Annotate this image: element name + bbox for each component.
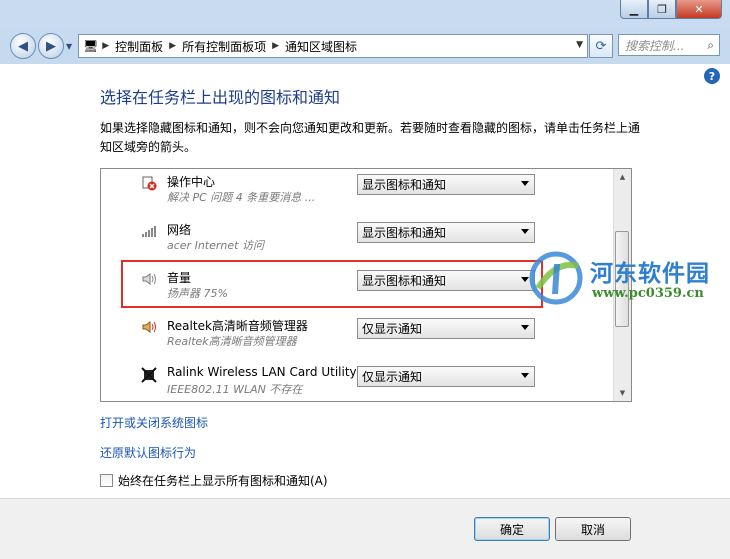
dropdown-arrow-icon xyxy=(521,373,529,378)
watermark-url: www.pc0359.cn xyxy=(592,286,704,301)
breadcrumb-separator-icon: ▶ xyxy=(272,41,280,51)
list-item: Realtek高清晰音频管理器 Realtek高清晰音频管理器 仅显示通知 xyxy=(101,313,613,361)
behavior-value: 仅显示通知 xyxy=(362,370,423,384)
behavior-value: 显示图标和通知 xyxy=(362,178,447,192)
forward-arrow-icon: ▶ xyxy=(46,38,56,54)
back-button[interactable]: ◀ xyxy=(10,33,36,59)
item-name: Ralink Wireless LAN Card Utility xyxy=(167,365,357,379)
action-center-icon xyxy=(141,175,157,191)
refresh-icon: ⟳ xyxy=(595,38,607,54)
scroll-down-icon[interactable]: ▼ xyxy=(614,385,631,401)
item-subtitle: 解决 PC 问题 4 条重要消息 ... xyxy=(167,191,316,204)
watermark-logo-icon xyxy=(529,251,583,305)
control-panel-window: ▁ ❐ ✕ ◀ ▶ ▼ 🖥 ▶ 控制面板 ▶ 所有控制面板项 ▶ 通知区域图标 … xyxy=(0,0,730,559)
network-icon xyxy=(141,223,157,239)
navigation-bar: ◀ ▶ ▼ 🖥 ▶ 控制面板 ▶ 所有控制面板项 ▶ 通知区域图标 ▼ ⟳ 搜索… xyxy=(0,28,730,64)
dropdown-arrow-icon xyxy=(521,229,529,234)
behavior-select[interactable]: 显示图标和通知 xyxy=(357,222,535,243)
behavior-select[interactable]: 显示图标和通知 xyxy=(357,174,535,195)
wireless-disabled-icon xyxy=(141,367,157,383)
search-input[interactable]: 搜索控制... ⌕ xyxy=(618,34,720,56)
address-bar[interactable]: 🖥 ▶ 控制面板 ▶ 所有控制面板项 ▶ 通知区域图标 ▼ xyxy=(78,34,588,58)
address-dropdown-icon[interactable]: ▼ xyxy=(576,40,583,50)
help-icon[interactable]: ? xyxy=(704,68,720,84)
back-arrow-icon: ◀ xyxy=(18,38,28,54)
behavior-select[interactable]: 仅显示通知 xyxy=(357,366,535,387)
search-placeholder: 搜索控制... xyxy=(625,38,685,53)
search-icon[interactable]: ⌕ xyxy=(707,38,714,53)
list-item: 操作中心 解决 PC 问题 4 条重要消息 ... 显示图标和通知 xyxy=(101,169,613,217)
behavior-value: 显示图标和通知 xyxy=(362,226,447,240)
breadcrumb-separator-icon: ▶ xyxy=(169,41,177,51)
item-subtitle: IEEE802.11 WLAN 不存在 xyxy=(167,383,303,396)
breadcrumb-notification-icons[interactable]: 通知区域图标 xyxy=(285,38,357,55)
scroll-up-icon[interactable]: ▲ xyxy=(614,169,631,185)
dropdown-arrow-icon xyxy=(521,325,529,330)
breadcrumb-all-items[interactable]: 所有控制面板项 xyxy=(182,38,266,55)
recent-pages-icon[interactable]: ▼ xyxy=(66,42,72,51)
item-name: 网络 xyxy=(167,223,192,237)
behavior-value: 仅显示通知 xyxy=(362,322,423,336)
always-show-checkbox[interactable]: 始终在任务栏上显示所有图标和通知(A) xyxy=(100,472,328,489)
dropdown-arrow-icon xyxy=(521,181,529,186)
forward-button[interactable]: ▶ xyxy=(38,33,64,59)
realtek-speaker-icon xyxy=(141,319,157,335)
list-item: Ralink Wireless LAN Card Utility IEEE802… xyxy=(101,361,613,401)
watermark: 河东软件园 www.pc0359.cn xyxy=(528,250,728,310)
system-icons-link[interactable]: 打开或关闭系统图标 xyxy=(100,414,208,431)
page-description: 如果选择隐藏图标和通知，则不会向您通知更改和更新。若要随时查看隐藏的图标，请单击… xyxy=(100,121,641,154)
breadcrumb-control-panel[interactable]: 控制面板 xyxy=(115,38,163,55)
close-button[interactable]: ✕ xyxy=(676,0,722,19)
behavior-select[interactable]: 仅显示通知 xyxy=(357,318,535,339)
watermark-title: 河东软件园 xyxy=(590,260,710,287)
maximize-button[interactable]: ❐ xyxy=(648,0,676,19)
volume-highlight-frame xyxy=(121,260,543,308)
control-panel-icon: 🖥 xyxy=(83,39,99,53)
restore-defaults-link[interactable]: 还原默认图标行为 xyxy=(100,444,196,461)
item-name: Realtek高清晰音频管理器 xyxy=(167,319,308,333)
breadcrumb-separator-icon: ▶ xyxy=(102,41,110,51)
item-subtitle: acer Internet 访问 xyxy=(167,239,264,252)
page-title: 选择在任务栏上出现的图标和通知 xyxy=(100,88,341,107)
always-show-label: 始终在任务栏上显示所有图标和通知(A) xyxy=(118,474,328,488)
ok-button[interactable]: 确定 xyxy=(474,517,550,541)
cancel-button[interactable]: 取消 xyxy=(555,517,631,541)
window-controls: ▁ ❐ ✕ xyxy=(620,0,722,19)
dialog-footer: 确定 取消 xyxy=(0,498,730,559)
item-name: 操作中心 xyxy=(167,175,216,189)
checkbox-box[interactable] xyxy=(100,474,113,487)
refresh-button[interactable]: ⟳ xyxy=(589,34,613,58)
item-subtitle: Realtek高清晰音频管理器 xyxy=(167,335,297,348)
minimize-button[interactable]: ▁ xyxy=(620,0,648,19)
